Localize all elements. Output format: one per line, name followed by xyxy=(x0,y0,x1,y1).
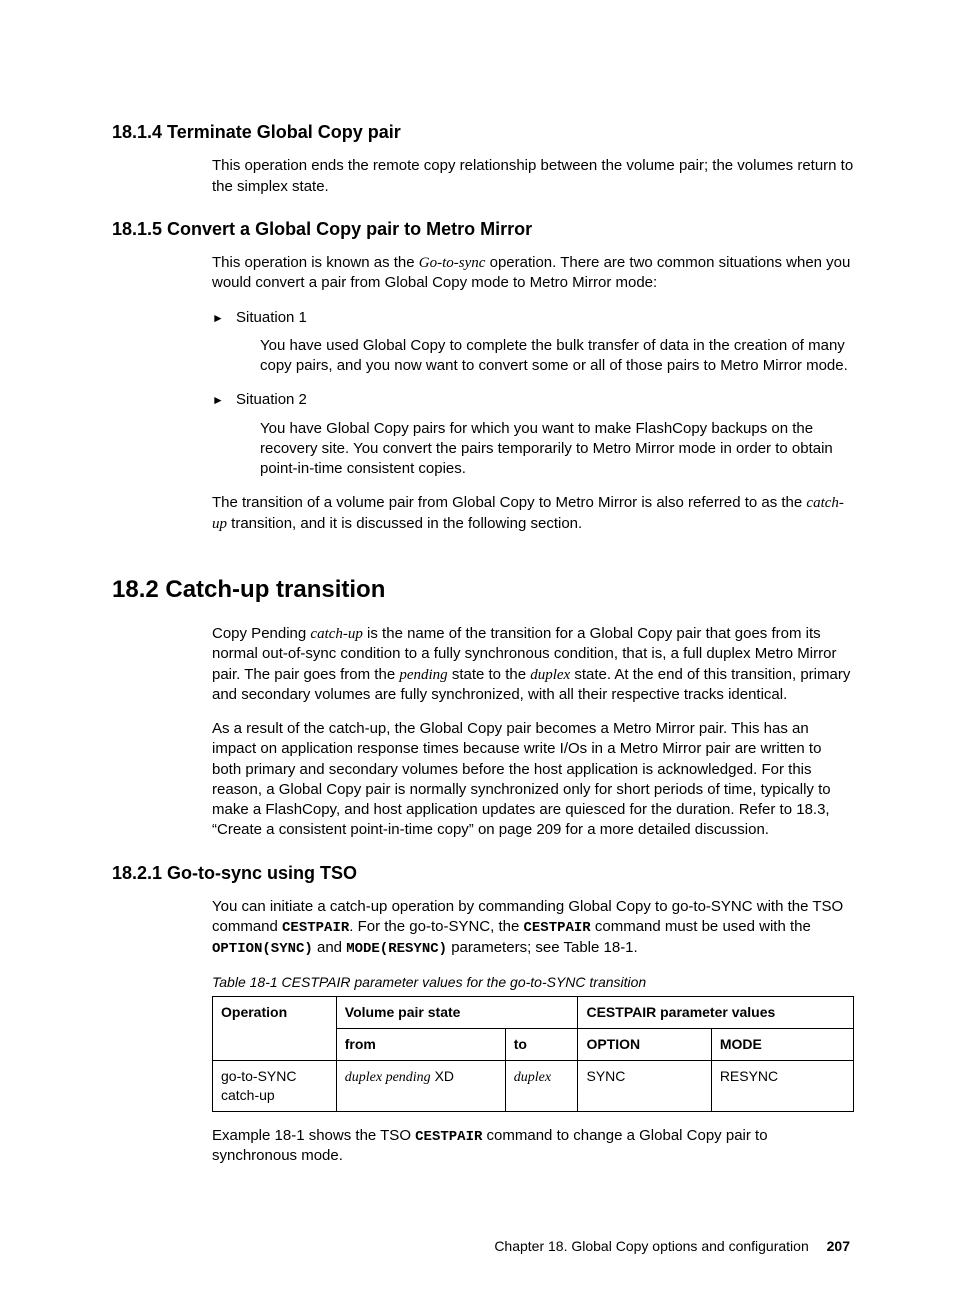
para-18-1-5-intro: This operation is known as the Go-to-syn… xyxy=(212,253,854,294)
text: and xyxy=(313,939,346,956)
para-18-2-1-a: You can initiate a catch-up operation by… xyxy=(212,897,854,959)
text: This operation is known as the xyxy=(212,254,419,271)
para-18-1-4: This operation ends the remote copy rela… xyxy=(212,156,854,197)
list-body: You have Global Copy pairs for which you… xyxy=(260,419,854,480)
triangle-bullet-icon: ► xyxy=(212,392,224,408)
term-duplex-pending: duplex pending xyxy=(345,1070,431,1085)
text: transition, and it is discussed in the f… xyxy=(227,515,582,532)
th-volume-pair-state: Volume pair state xyxy=(336,996,578,1028)
list-label: Situation 2 xyxy=(236,391,307,408)
heading-18-1-5: 18.1.5 Convert a Global Copy pair to Met… xyxy=(112,217,854,241)
para-18-2-a: Copy Pending catch-up is the name of the… xyxy=(212,624,854,705)
text: The transition of a volume pair from Glo… xyxy=(212,494,806,511)
heading-18-1-4: 18.1.4 Terminate Global Copy pair xyxy=(112,120,854,144)
table-caption-18-1: Table 18-1 CESTPAIR parameter values for… xyxy=(212,973,854,992)
list-item-situation-2: ► Situation 2 You have Global Copy pairs… xyxy=(212,390,854,479)
th-mode: MODE xyxy=(711,1028,853,1060)
para-18-2-b: As a result of the catch-up, the Global … xyxy=(212,719,854,841)
td-mode: RESYNC xyxy=(711,1060,853,1111)
page-footer: Chapter 18. Global Copy options and conf… xyxy=(112,1237,854,1256)
list-label: Situation 1 xyxy=(236,309,307,326)
th-option: OPTION xyxy=(578,1028,711,1060)
list-body: You have used Global Copy to complete th… xyxy=(260,336,854,377)
footer-chapter: Chapter 18. Global Copy options and conf… xyxy=(494,1238,808,1254)
text: command must be used with the xyxy=(591,918,811,935)
th-to: to xyxy=(505,1028,578,1060)
cmd-option-sync: OPTION(SYNC) xyxy=(212,941,313,957)
td-option: SYNC xyxy=(578,1060,711,1111)
table-18-1: Operation Volume pair state CESTPAIR par… xyxy=(212,996,854,1112)
term-go-to-sync: Go-to-sync xyxy=(419,255,486,271)
th-operation: Operation xyxy=(213,996,337,1060)
cmd-cestpair: CESTPAIR xyxy=(415,1129,482,1145)
td-to: duplex xyxy=(505,1060,578,1111)
cmd-cestpair: CESTPAIR xyxy=(524,920,591,936)
th-cestpair-values: CESTPAIR parameter values xyxy=(578,996,854,1028)
text: catch-up xyxy=(221,1087,275,1103)
cmd-cestpair: CESTPAIR xyxy=(282,920,349,936)
td-from: duplex pending XD xyxy=(336,1060,505,1111)
footer-page-number: 207 xyxy=(827,1238,850,1254)
cmd-mode-resync: MODE(RESYNC) xyxy=(346,941,447,957)
term-duplex: duplex xyxy=(530,667,570,683)
term-duplex: duplex xyxy=(514,1070,551,1085)
text: state to the xyxy=(448,666,531,683)
text: . For the go-to-SYNC, the xyxy=(349,918,523,935)
text: Example 18-1 shows the TSO xyxy=(212,1127,415,1144)
term-catch-up: catch-up xyxy=(310,626,362,642)
list-item-situation-1: ► Situation 1 You have used Global Copy … xyxy=(212,308,854,377)
text: go-to-SYNC xyxy=(221,1068,296,1084)
text: parameters; see Table 18-1. xyxy=(447,939,638,956)
heading-18-2-1: 18.2.1 Go-to-sync using TSO xyxy=(112,861,854,885)
th-from: from xyxy=(336,1028,505,1060)
text: Copy Pending xyxy=(212,625,310,642)
td-operation: go-to-SYNC catch-up xyxy=(213,1060,337,1111)
situation-list: ► Situation 1 You have used Global Copy … xyxy=(212,308,854,480)
para-18-2-1-b: Example 18-1 shows the TSO CESTPAIR comm… xyxy=(212,1126,854,1167)
triangle-bullet-icon: ► xyxy=(212,310,224,326)
text: XD xyxy=(431,1068,454,1084)
table-header-row-1: Operation Volume pair state CESTPAIR par… xyxy=(213,996,854,1028)
table-row: go-to-SYNC catch-up duplex pending XD du… xyxy=(213,1060,854,1111)
heading-18-2: 18.2 Catch-up transition xyxy=(112,574,854,606)
para-18-1-5-outro: The transition of a volume pair from Glo… xyxy=(212,493,854,534)
term-pending: pending xyxy=(399,667,447,683)
